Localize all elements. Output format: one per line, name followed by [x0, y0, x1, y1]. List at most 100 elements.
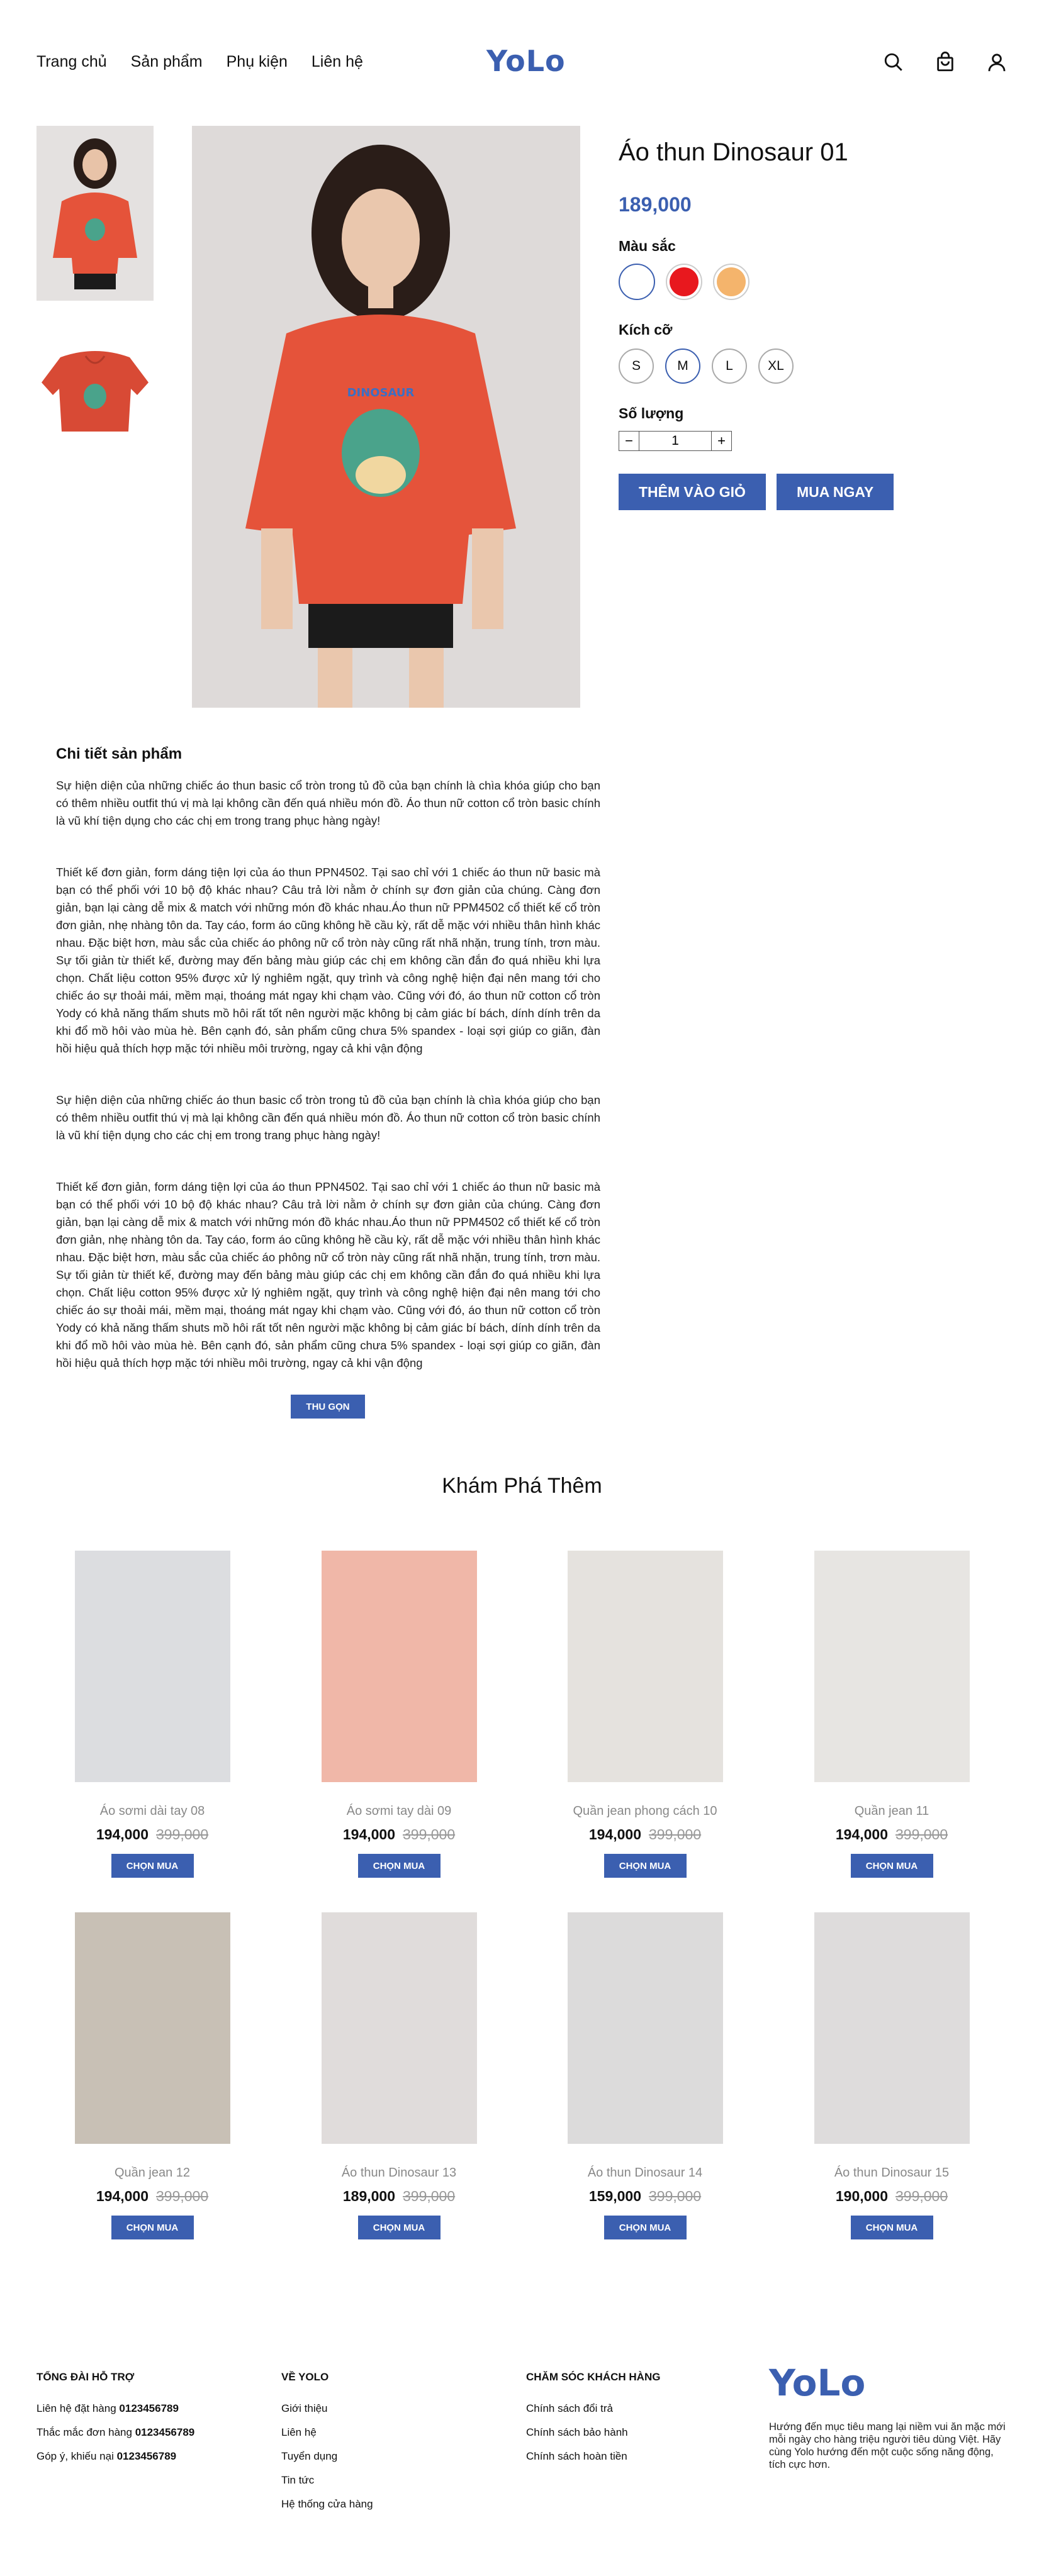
product-card-image[interactable] — [74, 1551, 230, 1782]
footer-phone[interactable]: 0123456789 — [117, 2450, 177, 2462]
footer-link-warranty[interactable]: Chính sách bảo hành — [526, 2421, 660, 2445]
footer-logo[interactable]: YoLo — [769, 2361, 865, 2404]
product-card: Áo thun Dinosaur 14 159,000 399,000 CHỌN … — [544, 1912, 746, 2239]
footer-link-refund[interactable]: Chính sách hoàn tiền — [526, 2445, 660, 2468]
nav-contact[interactable]: Liên hệ — [312, 53, 363, 71]
choose-button[interactable]: CHỌN MUA — [111, 2216, 194, 2239]
product-thumbnails — [36, 126, 154, 526]
quantity-decrease-button[interactable]: − — [619, 432, 639, 450]
footer-phone[interactable]: 0123456789 — [135, 2426, 195, 2438]
footer-support-line: Thắc mắc đơn hàng 0123456789 — [36, 2421, 194, 2445]
choose-button[interactable]: CHỌN MUA — [357, 1854, 441, 1878]
product-card-name[interactable]: Áo thun Dinosaur 13 — [298, 2166, 500, 2180]
product-card-prices: 194,000 399,000 — [52, 2188, 253, 2205]
product-card-prices: 194,000 399,000 — [298, 1826, 500, 1843]
product-card-image[interactable] — [74, 1912, 230, 2144]
product-card-old-price: 399,000 — [895, 2188, 948, 2204]
footer-link-stores[interactable]: Hệ thống cửa hàng — [281, 2492, 373, 2516]
add-to-cart-button[interactable]: THÊM VÀO GIỎ — [619, 474, 766, 510]
product-card-image[interactable] — [321, 1912, 477, 2144]
site-header: Trang chủ Sản phẩm Phụ kiện Liên hệ YoLo — [0, 0, 1044, 126]
product-card: Quần jean 12 194,000 399,000 CHỌN MUA — [52, 1912, 253, 2239]
product-card-image[interactable] — [567, 1912, 723, 2144]
user-icon[interactable] — [986, 52, 1008, 73]
quantity-label: Số lượng — [619, 405, 684, 421]
nav-accessories[interactable]: Phụ kiện — [227, 53, 288, 71]
site-logo[interactable]: YoLo — [486, 44, 566, 78]
color-swatch-white[interactable] — [619, 264, 655, 300]
size-option-xl[interactable]: XL — [758, 348, 794, 384]
color-swatch-orange[interactable] — [713, 264, 749, 300]
footer-link-about[interactable]: Giới thiệu — [281, 2397, 373, 2421]
product-card-price: 194,000 — [588, 1826, 641, 1843]
bag-icon[interactable] — [935, 52, 956, 73]
product-card-price: 194,000 — [96, 2188, 149, 2204]
color-swatch-red[interactable] — [666, 264, 702, 300]
header-actions — [883, 52, 1008, 73]
quantity-input[interactable] — [639, 432, 711, 450]
size-option-m[interactable]: M — [665, 348, 700, 384]
product-details: Chi tiết sản phẩm Sự hiện diện của những… — [56, 745, 600, 1406]
choose-button[interactable]: CHỌN MUA — [603, 1854, 687, 1878]
product-thumbnail-back[interactable] — [36, 326, 154, 501]
product-card-image[interactable] — [814, 1551, 970, 1782]
product-card-image[interactable] — [814, 1912, 970, 2144]
choose-button[interactable]: CHỌN MUA — [111, 1854, 194, 1878]
product-card-name[interactable]: Áo sơmi tay dài 09 — [298, 1804, 500, 1819]
product-card-price: 159,000 — [588, 2188, 641, 2204]
product-card-name[interactable]: Áo sơmi dài tay 08 — [52, 1804, 253, 1819]
search-icon[interactable] — [883, 52, 904, 73]
footer-support-line: Liên hệ đặt hàng 0123456789 — [36, 2397, 194, 2421]
nav-products[interactable]: Sản phẩm — [131, 53, 203, 71]
footer-about: VỀ YOLO Giới thiệu Liên hệ Tuyển dụng Ti… — [281, 2370, 373, 2516]
choose-button[interactable]: CHỌN MUA — [603, 2216, 687, 2239]
details-heading: Chi tiết sản phẩm — [56, 745, 182, 762]
footer-support-line: Góp ý, khiếu nại 0123456789 — [36, 2445, 194, 2468]
main-nav: Trang chủ Sản phẩm Phụ kiện Liên hệ — [36, 53, 363, 71]
svg-text:DINOSAUR: DINOSAUR — [347, 386, 415, 399]
product-card-old-price: 399,000 — [156, 2188, 209, 2204]
footer-phone[interactable]: 0123456789 — [119, 2402, 179, 2414]
footer-support-label: Liên hệ đặt hàng — [36, 2402, 120, 2414]
size-label: Kích cỡ — [619, 321, 673, 338]
footer-link-contact[interactable]: Liên hệ — [281, 2421, 373, 2445]
product-card: Áo sơmi tay dài 09 194,000 399,000 CHỌN M… — [298, 1551, 500, 1878]
size-option-l[interactable]: L — [712, 348, 747, 384]
buy-now-button[interactable]: MUA NGAY — [776, 474, 894, 510]
product-card-name[interactable]: Quần jean 12 — [52, 2166, 253, 2180]
product-card-name[interactable]: Áo thun Dinosaur 15 — [791, 2166, 992, 2180]
product-card-price: 189,000 — [342, 2188, 395, 2204]
color-options — [619, 264, 1009, 300]
choose-button[interactable]: CHỌN MUA — [850, 2216, 933, 2239]
footer-customer-care: CHĂM SÓC KHÁCH HÀNG Chính sách đổi trả C… — [526, 2370, 660, 2468]
nav-home[interactable]: Trang chủ — [36, 53, 107, 71]
footer-about-title: VỀ YOLO — [281, 2371, 329, 2383]
product-thumbnail-front[interactable] — [36, 126, 154, 301]
product-card-prices: 194,000 399,000 — [544, 1826, 746, 1843]
footer-link-returns[interactable]: Chính sách đổi trả — [526, 2397, 660, 2421]
size-option-s[interactable]: S — [619, 348, 654, 384]
footer-support-title: TỔNG ĐÀI HỖ TRỢ — [36, 2371, 135, 2383]
choose-button[interactable]: CHỌN MUA — [357, 2216, 441, 2239]
footer-link-careers[interactable]: Tuyển dụng — [281, 2445, 373, 2468]
footer-support: TỔNG ĐÀI HỖ TRỢ Liên hệ đặt hàng 0123456… — [36, 2370, 194, 2468]
product-card-price: 194,000 — [835, 1826, 888, 1843]
product-card-prices: 190,000 399,000 — [791, 2188, 992, 2205]
product-card-image[interactable] — [567, 1551, 723, 1782]
site-footer: TỔNG ĐÀI HỖ TRỢ Liên hệ đặt hàng 0123456… — [0, 2307, 1044, 2576]
collapse-details-button[interactable]: THU GỌN — [291, 1395, 365, 1419]
product-card-name[interactable]: Quần jean phong cách 10 — [544, 1804, 746, 1819]
product-card: Áo thun Dinosaur 13 189,000 399,000 CHỌN … — [298, 1912, 500, 2239]
product-card-old-price: 399,000 — [649, 2188, 702, 2204]
product-card-old-price: 399,000 — [403, 1826, 456, 1843]
choose-button[interactable]: CHỌN MUA — [850, 1854, 933, 1878]
product-card-image[interactable] — [321, 1551, 477, 1782]
footer-link-news[interactable]: Tin tức — [281, 2468, 373, 2492]
product-card-prices: 194,000 399,000 — [791, 1826, 992, 1843]
product-title: Áo thun Dinosaur 01 — [619, 138, 848, 166]
product-card-name[interactable]: Quần jean 11 — [791, 1804, 992, 1819]
product-card-name[interactable]: Áo thun Dinosaur 14 — [544, 2166, 746, 2180]
size-options: S M L XL — [619, 348, 1009, 384]
quantity-increase-button[interactable]: + — [711, 432, 731, 450]
product-card-old-price: 399,000 — [156, 1826, 209, 1843]
